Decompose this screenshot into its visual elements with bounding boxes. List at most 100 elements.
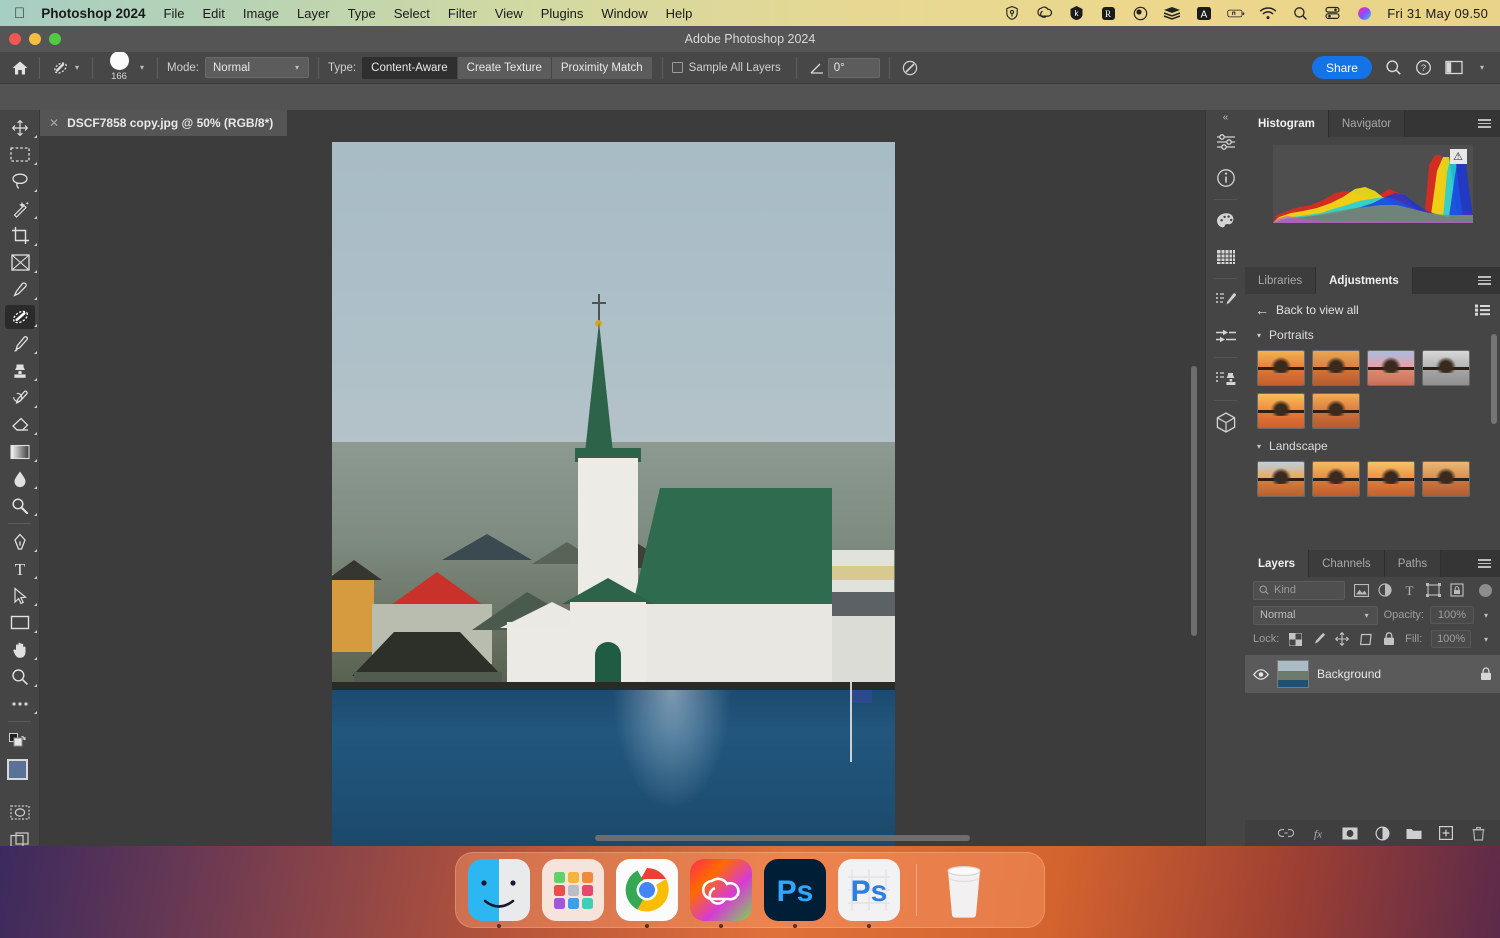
- type-content-aware-button[interactable]: Content-Aware: [362, 57, 458, 79]
- lock-image-icon[interactable]: [1312, 632, 1326, 647]
- menu-clock[interactable]: Fri 31 May 09.50: [1387, 6, 1488, 21]
- lock-artboard-icon[interactable]: [1358, 632, 1372, 647]
- preset-thumbnail[interactable]: [1257, 461, 1305, 497]
- tab-navigator[interactable]: Navigator: [1329, 110, 1405, 137]
- menu-item-select[interactable]: Select: [394, 6, 430, 21]
- hand-tool[interactable]: [0, 636, 40, 663]
- layer-filter-kind-select[interactable]: Kind: [1253, 581, 1345, 600]
- opacity-chevron-icon[interactable]: ▾: [1484, 611, 1488, 620]
- warning-triangle-icon[interactable]: ⚠: [1450, 149, 1467, 164]
- spot-healing-brush-icon[interactable]: [49, 58, 71, 78]
- dodge-tool[interactable]: [0, 492, 40, 519]
- share-button[interactable]: Share: [1312, 56, 1372, 79]
- brush-tool[interactable]: [0, 330, 40, 357]
- preset-group-portraits[interactable]: ▾ Portraits: [1245, 324, 1500, 346]
- new-layer-icon[interactable]: [1438, 825, 1454, 841]
- tab-libraries[interactable]: Libraries: [1245, 267, 1316, 294]
- preset-thumbnail[interactable]: [1367, 350, 1415, 386]
- add-mask-icon[interactable]: [1342, 825, 1358, 841]
- type-create-texture-button[interactable]: Create Texture: [458, 57, 552, 79]
- preset-thumbnail[interactable]: [1312, 393, 1360, 429]
- 3d-cube-icon[interactable]: [1206, 404, 1246, 440]
- lock-transparent-icon[interactable]: [1288, 632, 1302, 647]
- home-icon[interactable]: [10, 58, 30, 78]
- table-row[interactable]: Background: [1245, 655, 1500, 693]
- creative-cloud-icon[interactable]: [1035, 5, 1053, 22]
- info-icon[interactable]: [1206, 160, 1246, 196]
- battery-icon[interactable]: [1227, 5, 1245, 22]
- control-center-icon[interactable]: [1323, 5, 1341, 22]
- canvas-horizontal-scrollbar[interactable]: [595, 835, 970, 841]
- workspace-icon[interactable]: [1445, 60, 1463, 75]
- sample-all-layers-checkbox[interactable]: [672, 62, 683, 73]
- rx-icon[interactable]: R: [1099, 5, 1117, 22]
- menu-item-type[interactable]: Type: [348, 6, 376, 21]
- filter-toggle-icon[interactable]: [1479, 584, 1492, 597]
- siri-icon[interactable]: [1355, 5, 1373, 22]
- brush-size-preview[interactable]: 166: [102, 53, 136, 82]
- menu-item-file[interactable]: File: [164, 6, 185, 21]
- clone-stamp-tool[interactable]: [0, 357, 40, 384]
- menu-item-plugins[interactable]: Plugins: [541, 6, 584, 21]
- preset-thumbnail[interactable]: [1312, 461, 1360, 497]
- eraser-tool[interactable]: [0, 411, 40, 438]
- dock-item-google-chrome[interactable]: [616, 859, 678, 921]
- canvas-area[interactable]: Select subject Remove background: [40, 136, 1205, 846]
- type-proximity-match-button[interactable]: Proximity Match: [552, 57, 653, 79]
- opacity-input[interactable]: 100%: [1430, 606, 1474, 624]
- pressure-toggle-icon[interactable]: [899, 58, 921, 78]
- tab-layers[interactable]: Layers: [1245, 550, 1309, 577]
- preset-thumbnail[interactable]: [1367, 461, 1415, 497]
- preset-thumbnail[interactable]: [1422, 350, 1470, 386]
- preset-thumbnail[interactable]: [1257, 350, 1305, 386]
- color-swatches[interactable]: [0, 757, 40, 799]
- panel-menu-icon[interactable]: [1469, 267, 1500, 294]
- adjustments-scrollbar[interactable]: [1491, 334, 1497, 424]
- minimize-button[interactable]: [29, 33, 41, 45]
- menu-item-window[interactable]: Window: [601, 6, 647, 21]
- eyedropper-tool[interactable]: [0, 276, 40, 303]
- lock-icon[interactable]: [1480, 667, 1492, 681]
- angle-icon[interactable]: [806, 58, 828, 78]
- brushes-icon[interactable]: [1206, 282, 1246, 318]
- layer-blend-mode-select[interactable]: Normal ▾: [1253, 606, 1378, 625]
- help-icon[interactable]: ?: [1415, 59, 1432, 76]
- apple-logo-icon[interactable]: : [14, 6, 25, 21]
- edit-toolbar-button[interactable]: [0, 690, 40, 717]
- foreground-color-swatch[interactable]: [7, 759, 28, 780]
- blend-mode-select[interactable]: Normal ▾: [205, 57, 309, 78]
- photo-image[interactable]: [332, 142, 895, 850]
- move-tool[interactable]: [0, 114, 40, 141]
- type-filter-icon[interactable]: T: [1401, 583, 1417, 598]
- frame-tool[interactable]: [0, 249, 40, 276]
- dock-item-photoshop[interactable]: Ps: [764, 859, 826, 921]
- angle-input[interactable]: 0°: [828, 58, 880, 78]
- gradient-tool[interactable]: [0, 438, 40, 465]
- preset-group-landscape[interactable]: ▾ Landscape: [1245, 435, 1500, 457]
- preset-thumbnail[interactable]: [1257, 393, 1305, 429]
- panel-menu-icon[interactable]: [1469, 110, 1500, 137]
- tab-adjustments[interactable]: Adjustments: [1316, 267, 1413, 294]
- kaspersky-icon[interactable]: k: [1067, 5, 1085, 22]
- stack-icon[interactable]: [1163, 5, 1181, 22]
- list-view-icon[interactable]: [1475, 304, 1490, 316]
- clone-source-icon[interactable]: [1206, 361, 1246, 397]
- default-colors-button[interactable]: [0, 726, 40, 753]
- menu-app-name[interactable]: Photoshop 2024: [41, 6, 145, 21]
- eye-icon[interactable]: [1253, 669, 1269, 680]
- menu-item-help[interactable]: Help: [666, 6, 693, 21]
- dock-item-creative-cloud[interactable]: [690, 859, 752, 921]
- dock-item-trash[interactable]: [933, 859, 995, 921]
- lasso-tool[interactable]: [0, 168, 40, 195]
- fill-chevron-icon[interactable]: ▾: [1484, 635, 1488, 644]
- document-tab[interactable]: ✕ DSCF7858 copy.jpg @ 50% (RGB/8*): [40, 110, 287, 136]
- canvas-vertical-scrollbar[interactable]: [1191, 366, 1197, 636]
- tab-histogram[interactable]: Histogram: [1245, 110, 1329, 137]
- link-layers-icon[interactable]: [1278, 825, 1294, 841]
- zoom-button[interactable]: [49, 33, 61, 45]
- menu-item-filter[interactable]: Filter: [448, 6, 477, 21]
- delete-layer-icon[interactable]: [1470, 825, 1486, 841]
- new-adjustment-icon[interactable]: [1374, 825, 1390, 841]
- search-icon[interactable]: [1385, 59, 1402, 76]
- dock-item-photoshop-beta[interactable]: Ps: [838, 859, 900, 921]
